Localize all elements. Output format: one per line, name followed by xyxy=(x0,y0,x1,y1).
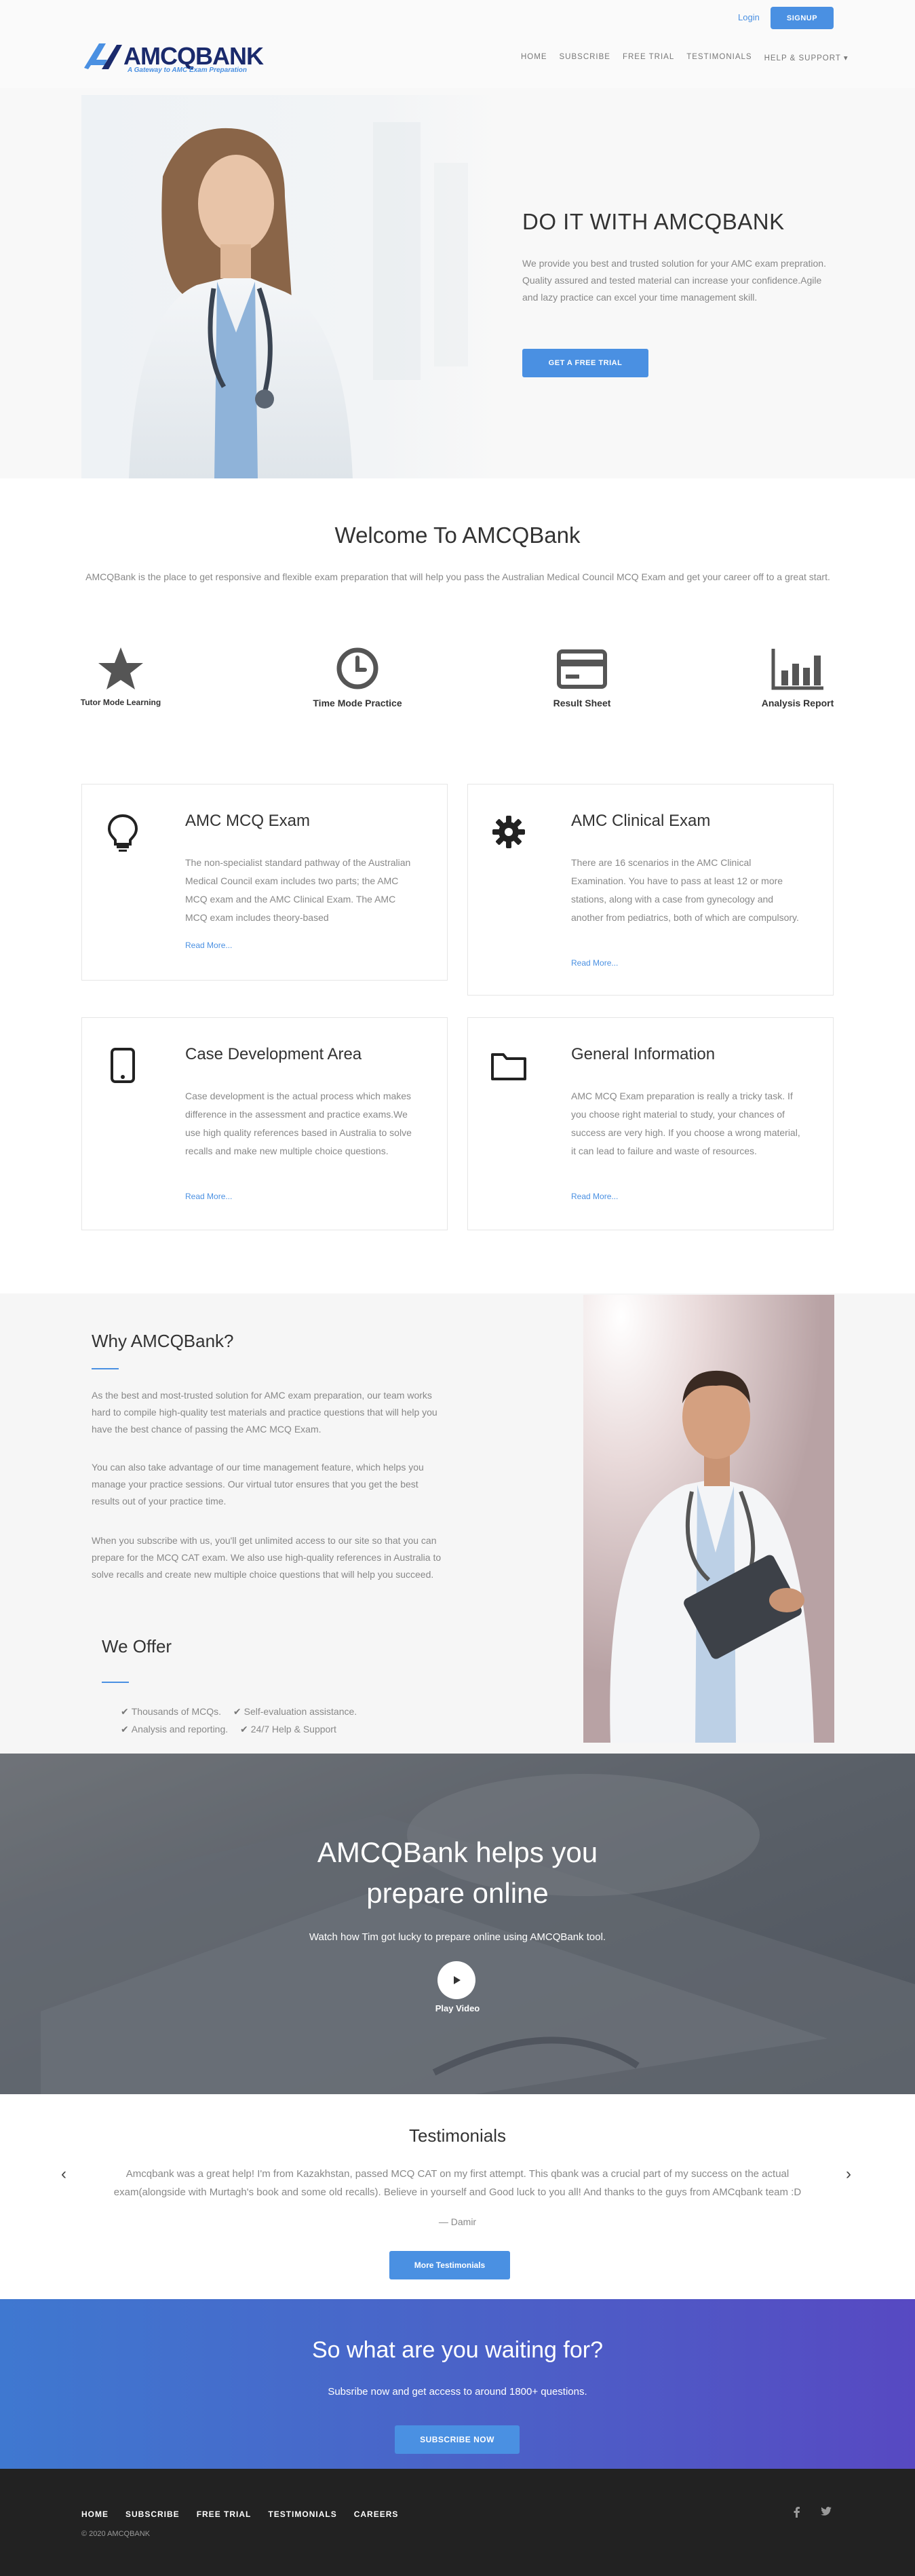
check-icon: ✔ xyxy=(121,1706,129,1717)
clock-icon xyxy=(336,647,378,689)
offer-list: ✔ Thousands of MCQs. ✔ Self-evaluation ass… xyxy=(121,1703,433,1738)
nav-free-trial[interactable]: FREE TRIAL xyxy=(623,53,674,62)
card-text: AMC MCQ Exam preparation is really a tri… xyxy=(571,1091,800,1156)
card-text: There are 16 scenarios in the AMC Clinic… xyxy=(571,857,799,923)
card-amc-clinical-exam: AMC Clinical Exam There are 16 scenarios… xyxy=(467,784,834,996)
feature-label: Analysis Report xyxy=(761,698,834,708)
footer-link-testimonials[interactable]: TESTIMONIALS xyxy=(268,2509,336,2519)
card-amc-mcq-exam: AMC MCQ Exam The non-specialist standard… xyxy=(81,784,448,981)
laptop-background-image xyxy=(0,1754,915,2094)
feature-result-sheet: Result Sheet xyxy=(514,646,650,708)
twitter-icon[interactable] xyxy=(821,2507,832,2516)
subscribe-now-button[interactable]: SUBSCRIBE NOW xyxy=(395,2425,520,2454)
testimonials-title: Testimonials xyxy=(408,2125,507,2146)
feature-label: Time Mode Practice xyxy=(313,698,402,708)
nav-help-support[interactable]: HELP & SUPPORT ▾ xyxy=(764,53,849,62)
testimonial-quote: Amcqbank was a great help! I'm from Kaza… xyxy=(113,2168,802,2198)
read-more-link[interactable]: Read More... xyxy=(571,1192,618,1201)
nav-testimonials[interactable]: TESTIMONIALS xyxy=(686,53,752,62)
facebook-icon[interactable] xyxy=(792,2507,800,2518)
signup-button[interactable]: SIGNUP xyxy=(771,7,834,29)
nav-home[interactable]: HOME xyxy=(521,53,547,62)
why-section: Why AMCQBank? As the best and most-trust… xyxy=(0,1293,915,1754)
play-icon xyxy=(454,1976,461,1984)
credit-card-icon xyxy=(557,649,607,689)
why-paragraph: You can also take advantage of our time … xyxy=(92,1462,424,1507)
page: Login SIGNUP AMCQBANK A Gateway to AMC E… xyxy=(0,0,915,2576)
cta-title: So what are you waiting for? xyxy=(311,2337,604,2363)
video-title: AMCQBank helps you prepare online xyxy=(317,1836,598,1909)
testimonial-author: — Damir xyxy=(438,2216,477,2227)
offer-item: ✔ 24/7 Help & Support xyxy=(240,1724,336,1735)
card-text: Case development is the actual process w… xyxy=(185,1091,412,1156)
offer-title: We Offer xyxy=(102,1636,172,1656)
copyright: © 2020 AMCQBANK xyxy=(81,2530,151,2538)
folder-icon xyxy=(491,1053,526,1080)
video-section: AMCQBank helps you prepare online Watch h… xyxy=(0,1754,915,2094)
gear-icon xyxy=(492,816,525,848)
feature-analysis-report: Analysis Report xyxy=(730,646,865,708)
footer-link-home[interactable]: HOME xyxy=(81,2509,109,2519)
card-title: Case Development Area xyxy=(185,1045,362,1063)
card-title: AMC MCQ Exam xyxy=(185,812,311,830)
welcome-title: Welcome To AMCQBank xyxy=(334,523,581,548)
card-general-information: General Information AMC MCQ Exam prepara… xyxy=(467,1017,834,1230)
card-title: General Information xyxy=(571,1045,716,1063)
read-more-link[interactable]: Read More... xyxy=(185,941,232,950)
check-icon: ✔ xyxy=(121,1724,129,1735)
card-text: The non-specialist standard pathway of t… xyxy=(185,857,411,923)
read-more-link[interactable]: Read More... xyxy=(185,1192,232,1201)
feature-label: Tutor Mode Learning xyxy=(80,698,161,707)
footer: HOME SUBSCRIBE FREE TRIAL TESTIMONIALS C… xyxy=(0,2469,915,2576)
title-underline xyxy=(92,1368,119,1369)
bar-chart-icon xyxy=(771,649,823,690)
play-video-button[interactable] xyxy=(437,1961,475,1999)
why-title: Why AMCQBank? xyxy=(92,1331,234,1351)
offer-item: ✔ Thousands of MCQs. xyxy=(121,1706,222,1717)
card-title: AMC Clinical Exam xyxy=(571,812,711,830)
hero-section: DO IT WITH AMCQBANK We provide you best … xyxy=(0,88,915,478)
hero-title: DO IT WITH AMCQBANK xyxy=(522,209,785,234)
tablet-icon xyxy=(111,1048,135,1083)
main-nav: HOME SUBSCRIBE FREE TRIAL TESTIMONIALS H… xyxy=(521,53,849,62)
feature-label: Result Sheet xyxy=(553,698,611,708)
more-testimonials-button[interactable]: More Testimonials xyxy=(389,2251,510,2279)
play-video-label[interactable]: Play Video xyxy=(0,2003,915,2013)
check-icon: ✔ xyxy=(233,1706,241,1717)
footer-link-subscribe[interactable]: SUBSCRIBE xyxy=(125,2509,180,2519)
welcome-text: AMCQBank is the place to get responsive … xyxy=(85,571,830,582)
card-case-development: Case Development Area Case development i… xyxy=(81,1017,448,1230)
header: Login SIGNUP AMCQBANK A Gateway to AMC E… xyxy=(0,0,915,88)
lightbulb-icon xyxy=(107,814,138,852)
video-subtitle: Watch how Tim got lucky to prepare onlin… xyxy=(309,1931,606,1943)
why-paragraph: When you subscribe with us, you'll get u… xyxy=(92,1535,442,1580)
chevron-right-icon[interactable]: › xyxy=(846,2165,851,2184)
doctor-with-tablet-image xyxy=(583,1295,834,1743)
logo-tagline: A Gateway to AMC Exam Preparation xyxy=(128,67,247,74)
check-icon: ✔ xyxy=(240,1724,248,1735)
offer-item: ✔ Analysis and reporting. xyxy=(121,1724,229,1735)
why-paragraph: As the best and most-trusted solution fo… xyxy=(92,1390,437,1435)
footer-nav: HOME SUBSCRIBE FREE TRIAL TESTIMONIALS C… xyxy=(81,2509,398,2519)
cta-subtitle: Subsribe now and get access to around 18… xyxy=(328,2386,587,2398)
read-more-link[interactable]: Read More... xyxy=(571,958,618,968)
feature-time-mode: Time Mode Practice xyxy=(290,646,425,708)
free-trial-button[interactable]: GET A FREE TRIAL xyxy=(522,349,648,377)
logo[interactable]: AMCQBANK A Gateway to AMC Exam Preparati… xyxy=(81,41,264,75)
login-link[interactable]: Login xyxy=(738,12,760,22)
title-underline xyxy=(102,1682,129,1683)
feature-tutor-mode: Tutor Mode Learning xyxy=(53,646,189,707)
footer-link-free-trial[interactable]: FREE TRIAL xyxy=(197,2509,252,2519)
chevron-left-icon[interactable]: ‹ xyxy=(61,2165,66,2184)
cta-section: So what are you waiting for? Subsribe no… xyxy=(0,2299,915,2469)
hero-doctor-image xyxy=(81,95,502,478)
logo-mark-icon xyxy=(84,43,122,69)
footer-link-careers[interactable]: CAREERS xyxy=(354,2509,399,2519)
hero-text: We provide you best and trusted solution… xyxy=(522,258,826,303)
star-icon xyxy=(98,647,143,689)
nav-subscribe[interactable]: SUBSCRIBE xyxy=(560,53,610,62)
offer-item: ✔ Self-evaluation assistance. xyxy=(233,1706,357,1717)
